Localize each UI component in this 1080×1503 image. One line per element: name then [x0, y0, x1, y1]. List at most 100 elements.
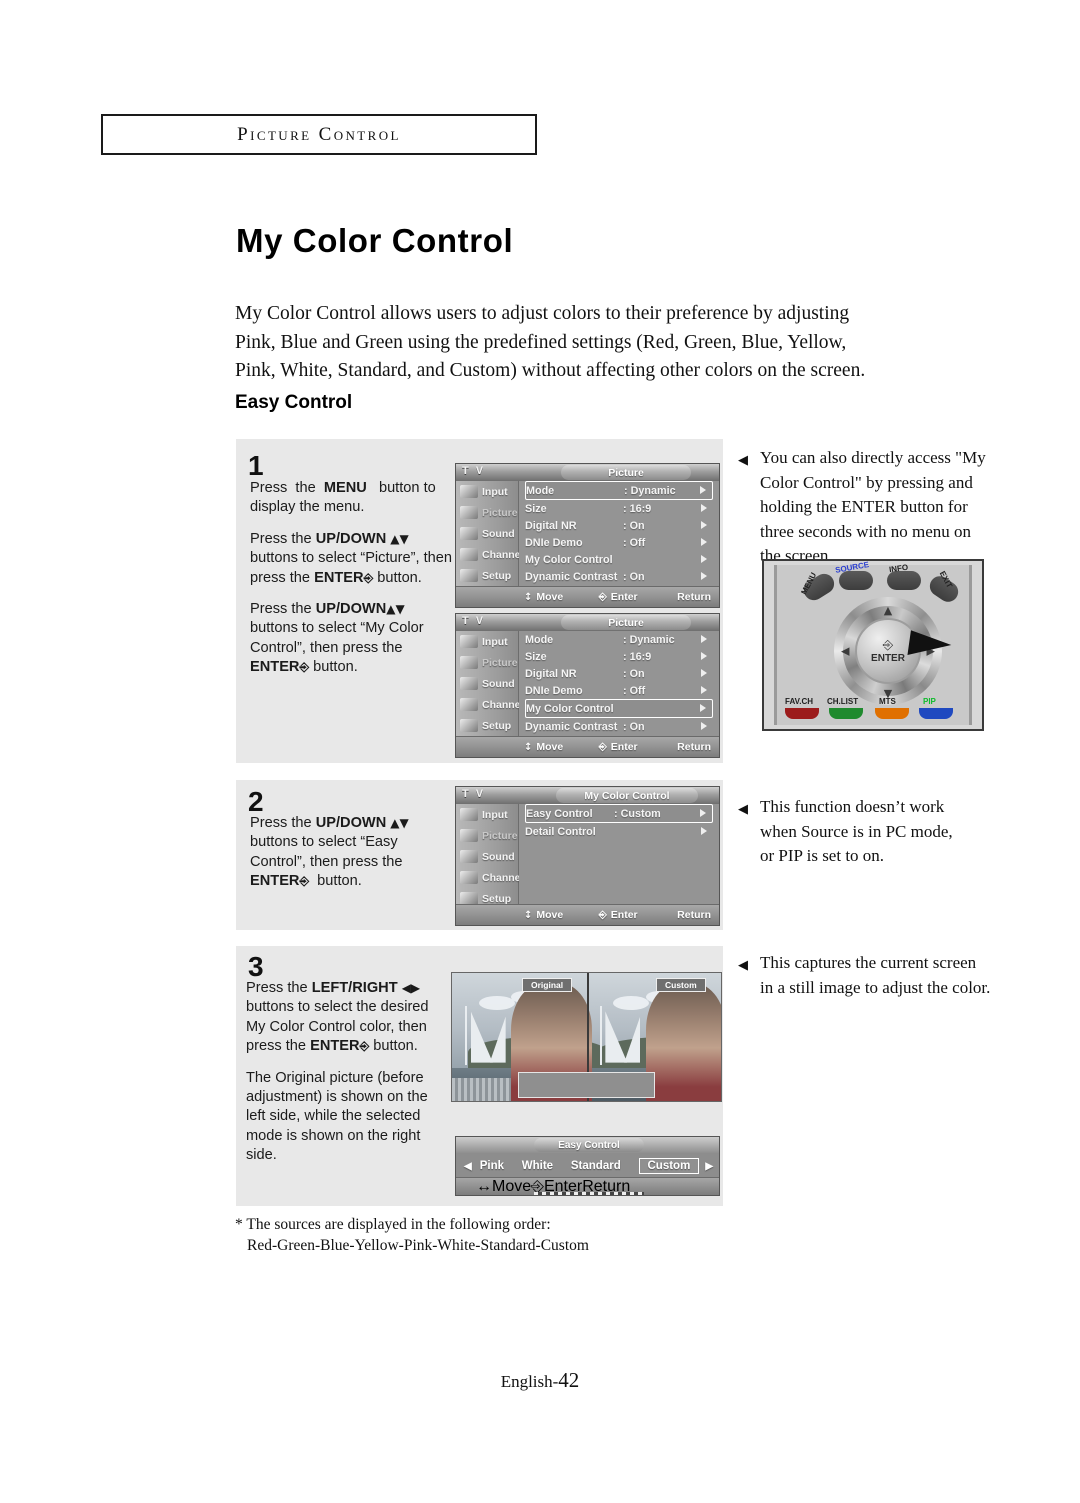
- channel-icon: [460, 698, 478, 711]
- sidebar-item-picture[interactable]: Picture: [456, 825, 518, 846]
- sidebar-item-sound[interactable]: Sound: [456, 846, 518, 867]
- prev-arrow-icon[interactable]: ◀: [464, 1161, 472, 1172]
- sidebar-item-input[interactable]: Input: [456, 804, 518, 825]
- sidebar-label: Channel: [482, 699, 523, 711]
- bullet-triangle-icon: ◀: [738, 798, 748, 823]
- sidebar-label: Input: [482, 636, 508, 648]
- menu-row-easy-control[interactable]: Easy Control: Custom: [525, 804, 713, 823]
- next-arrow-icon[interactable]: ▶: [705, 1161, 713, 1172]
- chevron-right-icon: [701, 827, 707, 835]
- menu-row-label: Digital NR: [525, 520, 623, 532]
- chevron-right-icon: [701, 572, 707, 580]
- fav-ch-button[interactable]: [785, 708, 819, 719]
- chevron-right-icon: [701, 504, 707, 512]
- step-1-text: Press the MENU ⑓ button to display the m…: [250, 479, 456, 690]
- menu-row-detail-control[interactable]: Detail Control: [525, 823, 713, 840]
- chevron-right-icon: [700, 809, 706, 817]
- sidebar-item-channel[interactable]: Channel: [456, 544, 518, 565]
- footnote: * The sources are displayed in the follo…: [235, 1214, 589, 1256]
- sidebar-label: Picture: [482, 507, 518, 519]
- footer-return: ⑓Return: [673, 909, 711, 921]
- sidebar-label: Setup: [482, 570, 511, 582]
- intro-line-2: Pink, Blue and Green using the predefine…: [235, 329, 895, 358]
- step-1-para-1: Press the MENU ⑓ button to display the m…: [250, 479, 456, 518]
- step-1-para-3: Press the UP/DOWN▲▼ buttons to select “M…: [250, 600, 456, 678]
- footer-enter: ⎆Enter: [599, 591, 638, 603]
- step-2-para-1: Press the UP/DOWN ▲▼ buttons to select “…: [250, 814, 456, 892]
- picture-icon: [460, 656, 478, 669]
- footer-move: ↕ Move: [524, 741, 563, 753]
- note-line: You can also directly access "My: [760, 446, 1008, 471]
- source-button[interactable]: [839, 571, 873, 590]
- sidebar-item-sound[interactable]: Sound: [456, 523, 518, 544]
- section-heading-easy-control: Easy Control: [235, 392, 352, 414]
- menu-row-value: : On: [623, 721, 713, 733]
- sidebar-item-setup[interactable]: Setup: [456, 565, 518, 586]
- note-line: when Source is in PC mode,: [760, 820, 1008, 845]
- osd-body: Mode: Dynamic Size: 16:9 Digital NR: On …: [519, 631, 719, 737]
- note-pc-mode-restriction: ◀ This function doesn’t work when Source…: [738, 795, 1008, 869]
- menu-row-label: My Color Control: [526, 703, 624, 715]
- input-icon: [460, 808, 478, 821]
- option-standard[interactable]: Standard: [571, 1160, 621, 1172]
- menu-row-digital-nr[interactable]: Digital NR: On: [525, 517, 713, 534]
- note-line: This function doesn’t work: [760, 795, 1008, 820]
- sidebar-item-setup[interactable]: Setup: [456, 715, 518, 736]
- chapter-header-box: Picture Control: [101, 114, 537, 155]
- chevron-right-icon: [701, 722, 707, 730]
- menu-row-dnie-demo[interactable]: DNIe Demo: Off: [525, 682, 713, 699]
- enter-button-label: ENTER: [871, 653, 905, 664]
- up-down-icon: ↕: [524, 592, 532, 603]
- pip-button[interactable]: [919, 708, 953, 719]
- menu-row-value: : On: [623, 571, 713, 583]
- sidebar-item-input[interactable]: Input: [456, 481, 518, 502]
- footer-move: ↔Move: [476, 1178, 531, 1196]
- left-right-icon: ↔: [476, 1178, 492, 1195]
- footer-return: ⑓Return: [673, 591, 711, 603]
- osd-title: Picture: [561, 615, 691, 630]
- pip-button-label: PIP: [923, 697, 936, 706]
- option-pink[interactable]: Pink: [480, 1160, 504, 1172]
- ch-list-button[interactable]: [829, 708, 863, 719]
- menu-row-dynamic-contrast[interactable]: Dynamic Contrast: On: [525, 718, 713, 735]
- up-arrow-icon[interactable]: ▲: [884, 604, 892, 617]
- menu-row-dynamic-contrast[interactable]: Dynamic Contrast: On: [525, 568, 713, 585]
- menu-row-value: : On: [623, 668, 713, 680]
- menu-row-size[interactable]: Size: 16:9: [525, 648, 713, 665]
- sidebar-item-picture[interactable]: Picture: [456, 502, 518, 523]
- note-line: Color Control" by pressing and: [760, 471, 1008, 496]
- footer-move: ↕ Move: [524, 909, 563, 921]
- menu-row-my-color-control[interactable]: My Color Control: [525, 551, 713, 568]
- sidebar-item-input[interactable]: Input: [456, 631, 518, 652]
- chevron-right-icon: [701, 635, 707, 643]
- menu-row-size[interactable]: Size: 16:9: [525, 500, 713, 517]
- sidebar-item-sound[interactable]: Sound: [456, 673, 518, 694]
- menu-row-dnie-demo[interactable]: DNIe Demo: Off: [525, 534, 713, 551]
- chapter-title: Picture Control: [103, 116, 535, 153]
- option-white[interactable]: White: [522, 1160, 553, 1172]
- sidebar-item-channel[interactable]: Channel: [456, 867, 518, 888]
- sidebar-label: Channel: [482, 549, 523, 561]
- menu-row-my-color-control[interactable]: My Color Control: [525, 699, 713, 718]
- menu-row-label: My Color Control: [525, 554, 623, 566]
- mts-button[interactable]: [875, 708, 909, 719]
- easy-control-title: Easy Control: [534, 1138, 644, 1152]
- step-1-para-2: Press the UP/DOWN ▲▼ buttons to select “…: [250, 530, 456, 588]
- step-1-number: 1: [248, 450, 264, 482]
- checker-strip: [534, 1192, 644, 1196]
- menu-row-label: Dynamic Contrast: [525, 721, 623, 733]
- menu-row-label: Easy Control: [526, 808, 614, 820]
- sidebar-item-channel[interactable]: Channel: [456, 694, 518, 715]
- option-custom[interactable]: Custom: [639, 1158, 700, 1174]
- footnote-line-1: * The sources are displayed in the follo…: [235, 1214, 589, 1235]
- portrait-right: [646, 983, 722, 1101]
- intro-paragraph: My Color Control allows users to adjust …: [235, 300, 895, 386]
- sidebar-item-picture[interactable]: Picture: [456, 652, 518, 673]
- enter-icon: ⎆: [599, 742, 607, 753]
- menu-row-mode[interactable]: Mode: Dynamic: [525, 631, 713, 648]
- menu-row-mode[interactable]: Mode: Dynamic: [525, 481, 713, 500]
- osd-footer: ↕ Move ⎆ Enter ⑓ Return: [456, 736, 719, 757]
- menu-row-digital-nr[interactable]: Digital NR: On: [525, 665, 713, 682]
- left-arrow-icon[interactable]: ◀: [841, 645, 849, 658]
- osd-body: Easy Control: Custom Detail Control: [519, 804, 719, 905]
